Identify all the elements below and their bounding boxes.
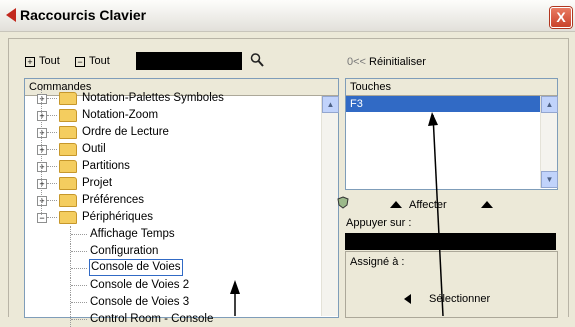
- annotation-arrow-left: [230, 280, 240, 316]
- annotation-arrow-right: [428, 112, 444, 316]
- tree-connector: [71, 319, 87, 320]
- annotation-arrows: [230, 112, 444, 316]
